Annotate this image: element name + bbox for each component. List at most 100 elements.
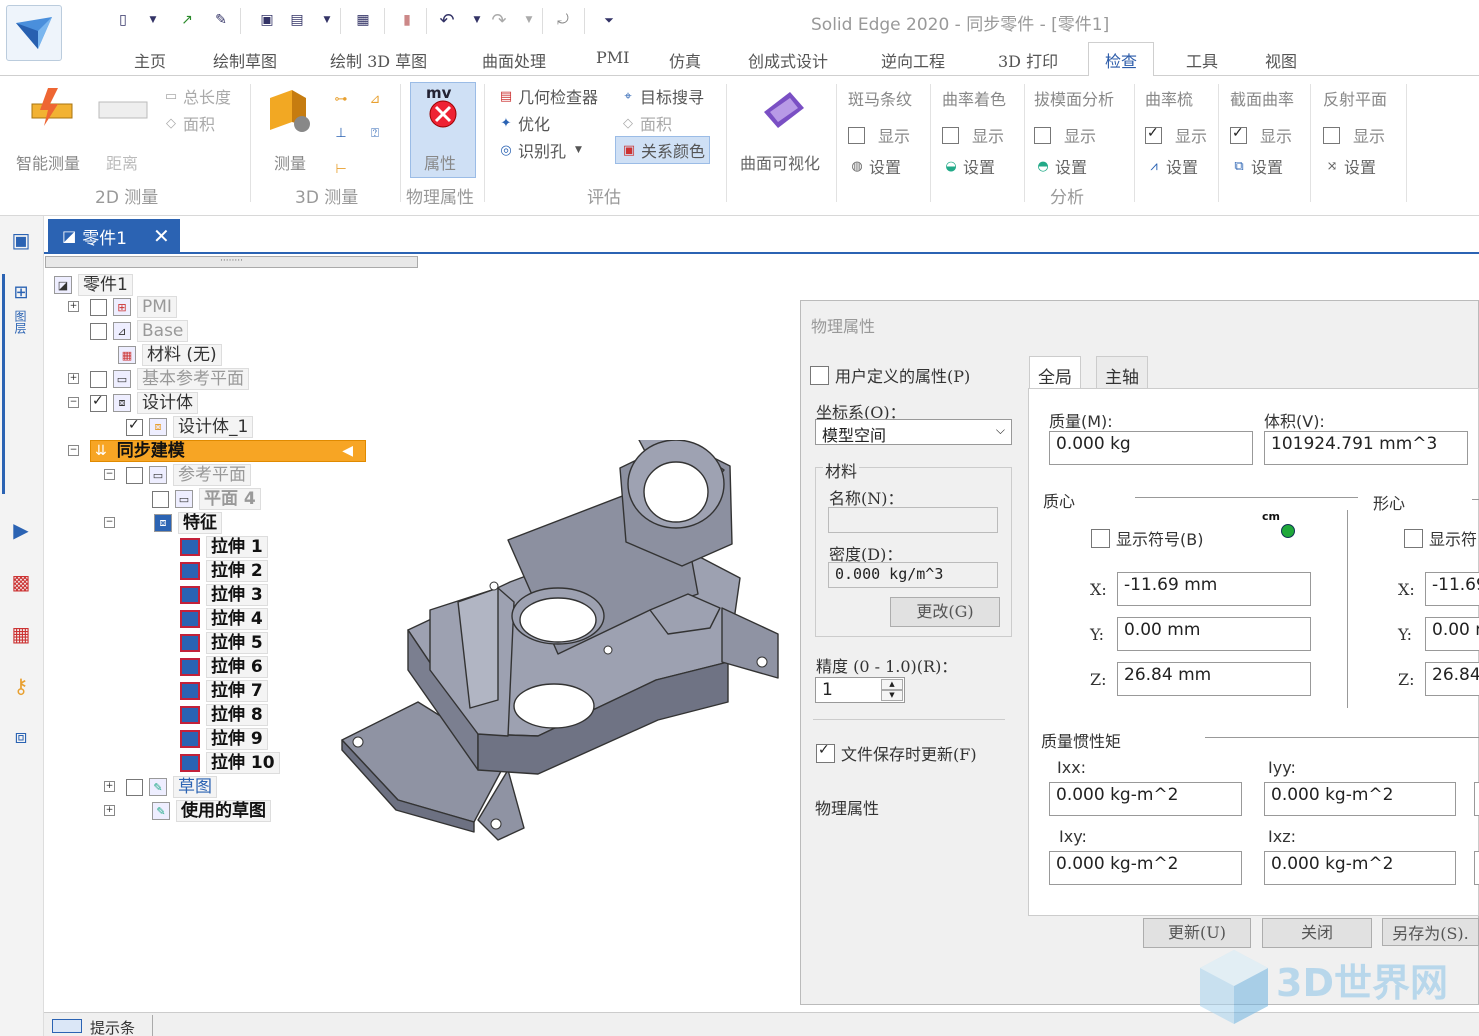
chevron-down-icon[interactable]: ▼ [316, 9, 338, 31]
tree-extrude[interactable]: 拉伸 7 [180, 680, 268, 702]
checkbox[interactable] [126, 417, 143, 436]
curv-comb-show[interactable]: 显示 [1145, 123, 1207, 147]
customize-qat-icon[interactable]: ⏷ [598, 9, 620, 31]
spin-down-icon[interactable]: ▼ [881, 690, 903, 701]
save-all-icon[interactable]: ▤ [286, 9, 308, 31]
key-icon[interactable]: ⚷ [6, 672, 36, 700]
spin-up-icon[interactable]: ▲ [881, 679, 903, 690]
tab-simulation[interactable]: 仿真 [669, 48, 701, 72]
measure-3d-icon[interactable] [266, 86, 316, 138]
part-3d-model[interactable] [338, 437, 788, 854]
surface-vis-label[interactable]: 曲面可视化 [740, 150, 820, 174]
tab-tools[interactable]: 工具 [1186, 48, 1218, 72]
checkbox[interactable] [90, 322, 107, 340]
show-symbol-checkbox[interactable] [1091, 528, 1110, 548]
com-y-field[interactable]: 0.00 mm [1117, 617, 1311, 651]
com-z-field[interactable]: 26.84 mm [1117, 662, 1311, 696]
book-icon[interactable]: ▮ [396, 9, 418, 31]
total-length-button[interactable]: ▭ 总长度 [162, 84, 231, 108]
pathfinder-splitter[interactable]: ········ [45, 256, 418, 268]
tree-used-sketch[interactable]: ✎ 使用的草图 [152, 800, 271, 822]
tab-pmi[interactable]: PMI [596, 48, 629, 67]
ink-icon[interactable]: ✎ [210, 9, 232, 31]
tree-extrude[interactable]: 拉伸 9 [180, 728, 268, 750]
density-field[interactable]: 0.000 kg/m^3 [828, 562, 998, 588]
open-file-icon[interactable]: ↗ [176, 9, 198, 31]
measure-angle-icon[interactable]: ⊿ [366, 90, 384, 108]
update-on-save-row[interactable]: 文件保存时更新(F) [816, 741, 977, 765]
tab-global[interactable]: 全局 [1029, 356, 1081, 389]
tree-design-body[interactable]: ⧈ 设计体 [90, 392, 198, 414]
measure-check-icon[interactable]: ⍰ [366, 124, 384, 142]
curv-shade-show[interactable]: 显示 [942, 123, 1004, 147]
collapse-icon[interactable]: − [104, 469, 115, 480]
tab-inspect[interactable]: 检查 [1088, 42, 1155, 77]
tree-extrude[interactable]: 拉伸 5 [180, 632, 268, 654]
reflect-settings[interactable]: ⤨ 设置 [1323, 154, 1376, 178]
tab-principal-axes[interactable]: 主轴 [1096, 356, 1148, 389]
tree-extrude[interactable]: 拉伸 1 [180, 536, 268, 558]
close-button[interactable]: 关闭 [1262, 918, 1372, 948]
tree-sync-modeling[interactable]: ⇊ 同步建模 ◀ [90, 440, 366, 462]
user-props-checkbox-row[interactable]: 用户定义的属性(P) [810, 363, 970, 387]
tab-surfacing[interactable]: 曲面处理 [482, 48, 546, 72]
zebra-show[interactable]: 显示 [848, 123, 910, 147]
properties-icon[interactable]: ▦ [352, 9, 374, 31]
media-icon[interactable]: ▶ [6, 516, 36, 544]
curv-shade-checkbox[interactable] [942, 126, 959, 144]
pathfinder-icon[interactable]: ▣ [6, 226, 36, 254]
com-x-field[interactable]: -11.69 mm [1117, 572, 1311, 606]
measure-distance-icon[interactable]: ⊶ [332, 90, 350, 108]
layers-icon[interactable]: ⊞ [6, 278, 36, 306]
tab-3d-print[interactable]: 3D 打印 [998, 48, 1058, 72]
curv-shade-settings[interactable]: ◒ 设置 [942, 154, 995, 178]
iyz-field[interactable] [1474, 851, 1479, 885]
iyy-field[interactable]: 0.000 kg-m^2 [1264, 782, 1456, 816]
save-icon[interactable]: ▣ [256, 9, 278, 31]
centroid-y-field[interactable]: 0.00 r [1425, 617, 1479, 651]
tab-reverse[interactable]: 逆向工程 [881, 48, 945, 72]
chevron-down-icon[interactable]: ▼ [466, 9, 488, 31]
relation-color-button[interactable]: ▣ 关系颜色 [615, 136, 711, 164]
tree-root[interactable]: ◪ 零件1 [54, 274, 133, 296]
centroid-z-field[interactable]: 26.84 [1425, 662, 1479, 696]
reflect-show[interactable]: 显示 [1323, 123, 1385, 147]
tree-extrude[interactable]: 拉伸 8 [180, 704, 268, 726]
smart-measure-label[interactable]: 智能测量 [16, 150, 80, 174]
zebra-settings[interactable]: ◍ 设置 [848, 154, 901, 178]
mass-field[interactable]: 0.000 kg [1049, 431, 1253, 465]
checkbox[interactable] [126, 466, 143, 484]
identify-holes-button[interactable]: ◎ 识别孔 ▼ [497, 138, 582, 162]
tree-base[interactable]: ⊿ Base [90, 320, 189, 342]
expand-icon[interactable]: + [68, 373, 79, 384]
sect-curv-show[interactable]: 显示 [1230, 123, 1292, 147]
document-tab[interactable]: ◪ 零件1 ✕ [48, 219, 180, 253]
collapse-icon[interactable]: − [104, 517, 115, 528]
tree-features[interactable]: ⧈ 特征 [154, 512, 222, 534]
tree-extrude[interactable]: 拉伸 10 [180, 752, 280, 774]
tab-view[interactable]: 视图 [1265, 48, 1297, 72]
precision-spinner[interactable]: 1 ▲ ▼ [815, 677, 905, 703]
redo-icon[interactable]: ↷ [488, 9, 510, 31]
checkbox[interactable] [90, 393, 107, 412]
tree-extrude[interactable]: 拉伸 3 [180, 584, 268, 606]
curv-comb-settings[interactable]: ⩘ 设置 [1145, 154, 1198, 178]
assembly-icon[interactable]: ⧈ [6, 722, 36, 750]
area-button[interactable]: ◇ 面积 [162, 111, 215, 135]
tab-3d-sketch[interactable]: 绘制 3D 草图 [330, 48, 427, 72]
checkbox[interactable] [152, 490, 169, 508]
draft-show[interactable]: 显示 [1034, 123, 1096, 147]
chevron-down-icon[interactable]: ▼ [142, 9, 164, 31]
expand-icon[interactable]: + [104, 781, 115, 792]
tree-extrude[interactable]: 拉伸 2 [180, 560, 268, 582]
collapse-icon[interactable]: − [68, 445, 79, 456]
curv-comb-checkbox[interactable] [1145, 125, 1162, 144]
target-search-button[interactable]: ⌖ 目标搜寻 [619, 84, 704, 108]
sect-curv-checkbox[interactable] [1230, 125, 1247, 144]
update-on-save-checkbox[interactable] [816, 742, 835, 763]
tree-sketch[interactable]: ✎ 草图 [126, 776, 217, 798]
show-symbol-2-checkbox[interactable] [1404, 528, 1423, 548]
tree-ref-planes-2[interactable]: ▭ 参考平面 [126, 464, 251, 486]
geometry-checker-button[interactable]: ▤ 几何检查器 [497, 84, 598, 108]
user-props-checkbox[interactable] [810, 365, 829, 385]
